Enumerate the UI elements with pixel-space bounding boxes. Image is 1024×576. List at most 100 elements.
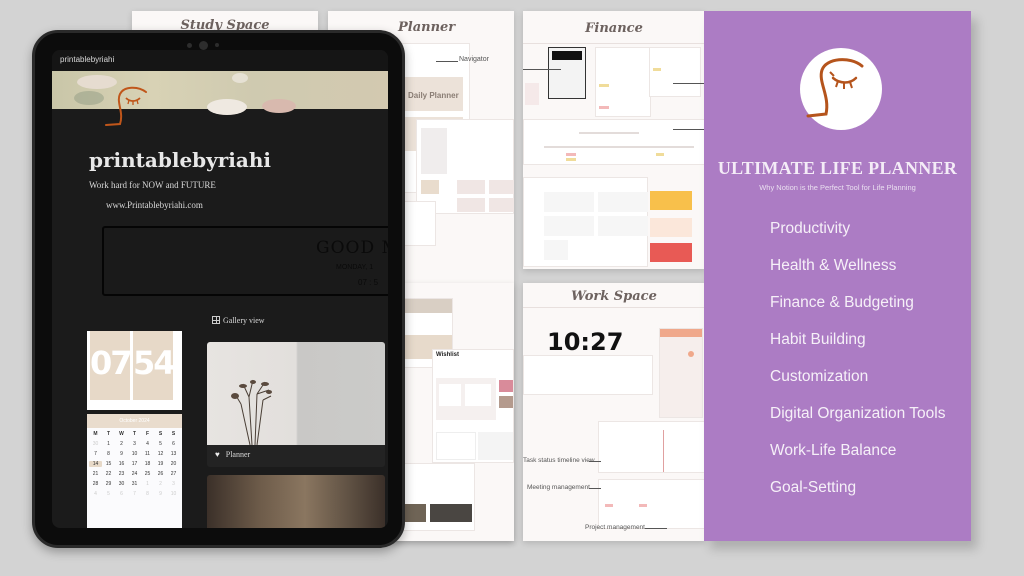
calendar-day[interactable]: 11 [141,451,154,457]
calendar-weekday: M [93,431,98,437]
calendar-day[interactable]: 6 [167,441,180,447]
calendar-day[interactable]: 7 [89,451,102,457]
calendar-day[interactable]: 7 [128,491,141,497]
calendar-day[interactable]: 2 [115,441,128,447]
planner-calendar-preview [416,119,514,214]
feature-item: Goal-Setting [770,479,857,496]
annotation-project: Project management [585,524,645,531]
notion-screen: printablebyriahi printablebyriahi Work h… [52,50,388,528]
calendar-day[interactable]: 31 [128,481,141,487]
camera-sensor-icon [215,43,219,47]
promo-panel: ULTIMATE LIFE PLANNER Why Notion is the … [704,11,971,541]
feature-item: Digital Organization Tools [770,405,946,422]
calendar-day[interactable]: 16 [115,461,128,467]
dried-flower-image-icon [231,379,272,445]
calendar-day[interactable]: 5 [154,441,167,447]
workspace-name[interactable]: printablebyriahi [60,55,114,64]
work-tasks-preview [523,355,653,395]
calendar-day[interactable]: 23 [115,471,128,477]
calendar-day[interactable]: 20 [167,461,180,467]
gallery-view-tab[interactable]: Gallery view [212,316,265,325]
calendar-weekday: W [119,431,124,437]
greeting-widget: GOOD M MONDAY, 1 07 : 5 [102,226,388,296]
page-tagline: Work hard for NOW and FUTURE [89,180,216,190]
calendar-day[interactable]: 21 [89,471,102,477]
face-logo-icon [806,58,864,118]
website-link[interactable]: www.Printablebyriahi.com [106,200,203,210]
calendar-day[interactable]: 6 [115,491,128,497]
feature-item: Finance & Budgeting [770,294,914,311]
calendar-day[interactable]: 4 [141,441,154,447]
greeting-date: MONDAY, 1 [336,264,374,271]
brand-logo [800,48,882,130]
calendar-day[interactable]: 1 [141,481,154,487]
calendar-day[interactable]: 2 [154,481,167,487]
calendar-grid: M T W T F S S 30 1 2 3 4 5 6 7 8 9 10 11 12 13 14 15 16 17 18 19 20… [87,428,182,500]
calendar-day[interactable]: 29 [102,481,115,487]
calendar-day[interactable]: 15 [102,461,115,467]
calendar-day[interactable]: 10 [167,491,180,497]
calendar-day[interactable]: 4 [89,491,102,497]
calendar-day[interactable]: 22 [102,471,115,477]
calendar-day[interactable]: 30 [115,481,128,487]
expense-card [649,47,701,97]
work-space-panel: Work Space 10:27 Task status timeline vi… [523,283,705,541]
work-space-title: Work Space [571,289,657,304]
calendar-day[interactable]: 24 [128,471,141,477]
navigator-arrow [436,61,458,62]
gallery-card-image [207,342,385,445]
gallery-card-second[interactable] [207,475,385,528]
gallery-grid-icon [212,316,220,324]
meeting-preview [598,479,705,529]
calendar-day[interactable]: 25 [141,471,154,477]
calendar-day[interactable]: 9 [115,451,128,457]
heart-icon: ♥ [215,450,220,459]
planner-title: Planner [398,20,456,35]
investment-peach [650,218,692,237]
calendar-day[interactable]: 28 [89,481,102,487]
wishlist-preview: Wishlist [432,349,514,463]
calendar-day[interactable]: 19 [154,461,167,467]
calendar-day[interactable]: 26 [154,471,167,477]
calendar-day[interactable]: 3 [167,481,180,487]
calendar-day[interactable]: 1 [102,441,115,447]
gallery-card-planner[interactable]: ♥ Planner [207,342,385,467]
calendar-day[interactable]: 10 [128,451,141,457]
work-clock: 10:27 [547,328,624,356]
greeting-time: 07 : 5 [358,278,379,287]
calendar-day[interactable]: 13 [167,451,180,457]
calendar-day[interactable]: 30 [89,441,102,447]
gallery-view-label: Gallery view [223,316,265,325]
feature-item: Habit Building [770,331,866,348]
calendar-day[interactable]: 12 [154,451,167,457]
investment-yellow [650,191,692,210]
income-card [595,47,651,117]
workspace-bar: printablebyriahi [52,50,388,71]
calendar-weekday: S [171,431,176,437]
clock-minutes-card: 54 [133,331,176,400]
clock-hours: 07 [90,344,133,382]
calendar-day[interactable]: 18 [141,461,154,467]
calculator-preview [548,47,586,99]
feature-item: Health & Wellness [770,257,897,274]
calendar-day[interactable]: 27 [167,471,180,477]
calendar-day[interactable]: 17 [128,461,141,467]
calendar-weekday: F [145,431,150,437]
calendar-day[interactable]: 9 [154,491,167,497]
monthly-budget-preview [523,177,648,267]
calendar-day[interactable]: 14 [89,461,102,467]
calendar-day[interactable]: 8 [141,491,154,497]
annotation-task-timeline: Task status timeline view [523,457,595,464]
calendar-day[interactable]: 3 [128,441,141,447]
clock-hours-card: 07 [90,331,133,400]
annotation-meeting: Meeting management [527,484,590,491]
calendar-day[interactable]: 8 [102,451,115,457]
calendar-weekday: T [106,431,111,437]
feature-item: Customization [770,368,869,385]
tablet-device: printablebyriahi printablebyriahi Work h… [32,30,405,548]
flip-clock-widget: 07 54 [87,331,182,410]
timeline-preview [598,421,705,473]
navigator-label: Navigator [459,56,489,63]
calendar-day[interactable]: 5 [102,491,115,497]
planner-bottom-preview [400,201,436,246]
